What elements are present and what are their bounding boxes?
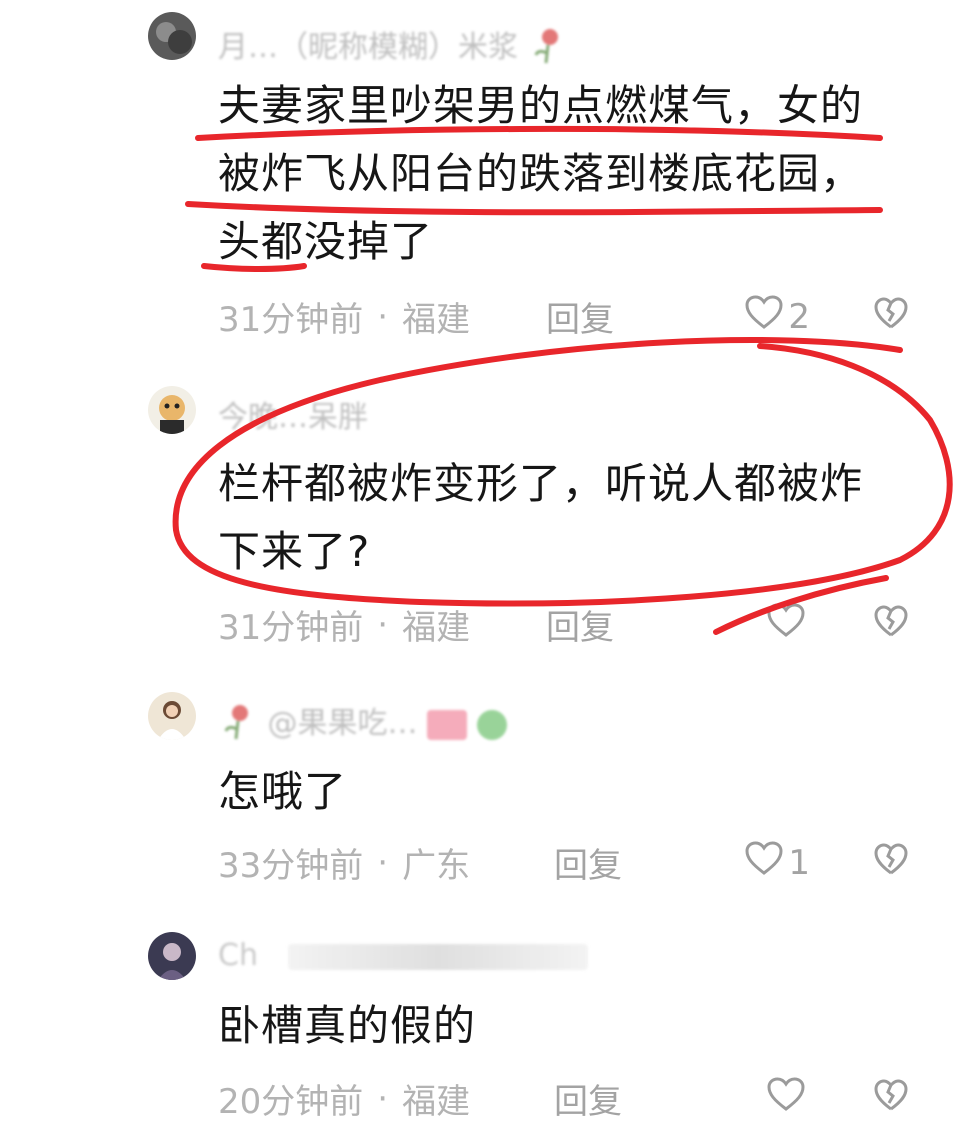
comment-text: 卧槽真的假的 bbox=[218, 1001, 477, 1050]
dislike-button[interactable] bbox=[874, 296, 908, 339]
comment-time: 33分钟前 bbox=[218, 846, 364, 886]
broken-heart-icon bbox=[874, 843, 908, 885]
comment-time: 31分钟前 bbox=[218, 608, 364, 648]
dislike-button[interactable] bbox=[874, 842, 908, 885]
username[interactable]: @果果吃… bbox=[218, 698, 507, 749]
comment-text: 怎哦了 bbox=[218, 767, 348, 816]
comment-text: 夫妻家里吵架男的点燃煤气，女的被炸飞从阳台的跌落到楼底花园，头都没掉了 bbox=[218, 81, 864, 266]
meta-separator: · bbox=[377, 1078, 389, 1119]
comment-location: 广东 bbox=[402, 846, 471, 886]
pink-heart-icon bbox=[427, 709, 468, 740]
comment-location: 福建 bbox=[402, 300, 471, 340]
clover-icon bbox=[476, 709, 507, 740]
avatar[interactable] bbox=[148, 692, 196, 740]
username[interactable]: Ch bbox=[218, 938, 588, 973]
like-count: 2 bbox=[788, 296, 810, 337]
like-button[interactable]: 1 bbox=[744, 840, 810, 885]
avatar[interactable] bbox=[148, 386, 196, 434]
broken-heart-icon bbox=[874, 1079, 908, 1121]
username[interactable]: 月…（昵称模糊）米浆 bbox=[218, 22, 568, 73]
heart-outline-icon bbox=[766, 1076, 806, 1121]
meta-separator: · bbox=[377, 842, 389, 883]
heart-outline-icon bbox=[766, 602, 806, 647]
comment-time: 20分钟前 bbox=[218, 1082, 364, 1122]
comment-time: 31分钟前 bbox=[218, 300, 364, 340]
broken-heart-icon bbox=[874, 297, 908, 339]
comment-meta: 33分钟前 · 广东 回复 1 bbox=[218, 838, 920, 886]
username-blurred bbox=[287, 943, 588, 970]
comment-location: 福建 bbox=[402, 1082, 471, 1122]
avatar[interactable] bbox=[148, 932, 196, 980]
avatar[interactable] bbox=[148, 12, 196, 60]
meta-separator: · bbox=[377, 604, 389, 645]
comment-text: 栏杆都被炸变形了，听说人都被炸下来了? bbox=[218, 459, 864, 576]
dislike-button[interactable] bbox=[874, 1078, 908, 1121]
like-button[interactable] bbox=[766, 602, 810, 647]
reply-button[interactable]: 回复 bbox=[554, 838, 622, 887]
comment-meta: 20分钟前 · 福建 回复 bbox=[218, 1074, 920, 1122]
reply-button[interactable]: 回复 bbox=[554, 1074, 622, 1123]
heart-outline-icon bbox=[744, 294, 784, 339]
heart-outline-icon bbox=[744, 840, 784, 885]
rose-icon bbox=[218, 701, 258, 749]
comment-meta: 31分钟前 · 福建 回复 2 bbox=[218, 292, 920, 340]
rose-icon bbox=[528, 25, 568, 73]
meta-separator: · bbox=[377, 296, 389, 337]
like-count: 1 bbox=[788, 842, 810, 883]
comment-location: 福建 bbox=[402, 608, 471, 648]
username[interactable]: 今晚…呆胖 bbox=[218, 392, 368, 436]
dislike-button[interactable] bbox=[874, 604, 908, 647]
like-button[interactable] bbox=[766, 1076, 810, 1121]
broken-heart-icon bbox=[874, 605, 908, 647]
reply-button[interactable]: 回复 bbox=[546, 292, 614, 341]
comment-meta: 31分钟前 · 福建 回复 bbox=[218, 600, 920, 648]
like-button[interactable]: 2 bbox=[744, 294, 810, 339]
reply-button[interactable]: 回复 bbox=[546, 600, 614, 649]
